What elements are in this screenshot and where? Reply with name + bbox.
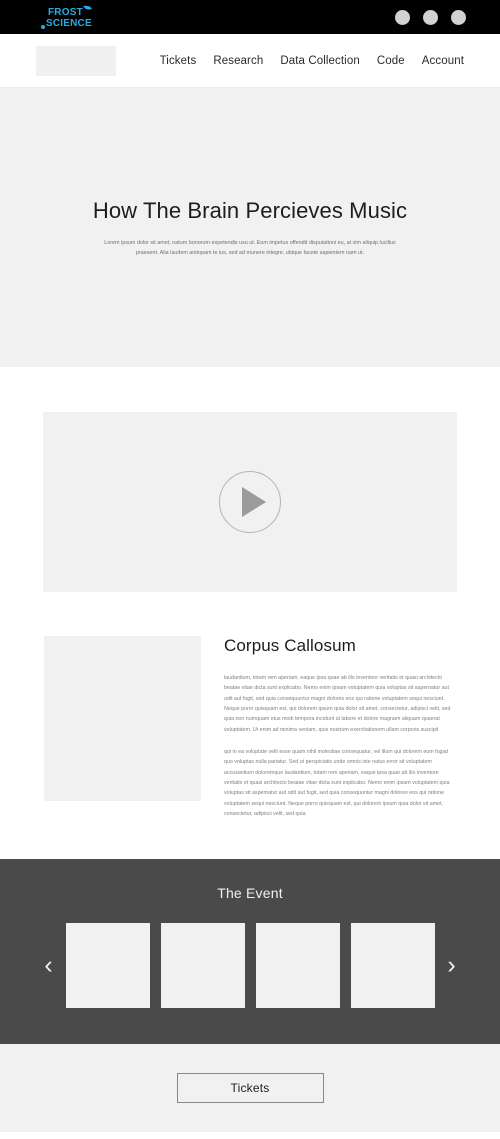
dot-icon [41,25,45,29]
nav-link-data-collection[interactable]: Data Collection [280,55,359,67]
leaf-swoosh-icon [83,5,92,10]
video-placeholder[interactable] [43,412,457,592]
carousel-next-chevron-right-icon[interactable]: › [435,953,469,978]
circle-avatar-icon[interactable] [395,9,410,25]
nav-link-research[interactable]: Research [213,55,263,67]
event-title: The Event [217,885,283,902]
article-body: Corpus Callosum laudantium, totam rem ap… [224,636,456,819]
topbar-actions [395,9,482,25]
svg-text:FROST: FROST [48,7,83,18]
page-title: How The Brain Percieves Music [92,197,408,223]
carousel-slide[interactable] [65,923,150,1009]
circle-avatar-icon[interactable] [423,9,438,25]
event-carousel: ‹ › [0,923,500,1009]
article-paragraph: qui in ea voluptate velit esse quam nihi… [224,748,450,817]
play-button[interactable] [219,471,281,533]
hero-subtitle: Lorem ipsum dolor sit amet, natum bonoru… [104,239,396,256]
video-section [0,367,500,592]
svg-text:SCIENCE: SCIENCE [46,18,92,29]
nav-logo-placeholder[interactable] [36,45,116,76]
nav-link-code[interactable]: Code [377,55,405,67]
carousel-slide[interactable] [255,923,340,1009]
play-triangle-icon [241,487,266,517]
nav-link-account[interactable]: Account [422,55,464,67]
carousel-slide[interactable] [160,923,245,1009]
frost-science-logo[interactable]: FROST SCIENCE [38,4,96,30]
article-section: Corpus Callosum laudantium, totam rem ap… [0,592,500,860]
top-bar: FROST SCIENCE [0,0,500,34]
carousel-prev-chevron-left-icon[interactable]: ‹ [32,953,66,978]
carousel-slide[interactable] [350,923,435,1009]
event-section: The Event ‹ › [0,859,500,1045]
nav-links: Tickets Research Data Collection Code Ac… [160,55,486,67]
article-image-placeholder [44,636,201,801]
footer: Tickets [0,1044,500,1133]
hero-section: How The Brain Percieves Music Lorem ipsu… [0,88,500,367]
article-title: Corpus Callosum [224,636,356,655]
article-paragraph: laudantium, totam rem aperiam, eaque ips… [224,675,451,733]
nav-link-tickets[interactable]: Tickets [160,55,197,67]
circle-avatar-icon[interactable] [451,9,466,25]
carousel-slides [65,923,435,1009]
main-navbar: Tickets Research Data Collection Code Ac… [0,34,500,88]
tickets-button[interactable]: Tickets [176,1073,324,1104]
frost-science-logo-icon: FROST SCIENCE [41,5,92,29]
